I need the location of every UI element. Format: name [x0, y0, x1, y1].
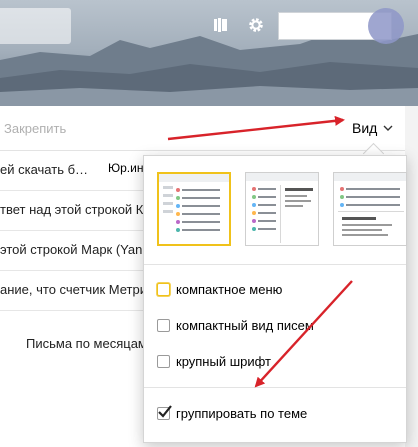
option-compact-letters[interactable]: компактный вид писем: [157, 318, 314, 333]
option-label: компактный вид писем: [176, 318, 314, 333]
option-compact-menu[interactable]: компактное меню: [157, 282, 282, 297]
layout-compact-list[interactable]: [157, 172, 231, 246]
layout-two-pane[interactable]: [245, 172, 319, 246]
message-list: ей скачать б… твет над этой строкой Ко э…: [0, 151, 150, 311]
option-large-font[interactable]: крупный шрифт: [157, 354, 271, 369]
checkbox[interactable]: [157, 405, 172, 420]
list-item[interactable]: этой строкой Марк (Yan: [0, 231, 150, 271]
message-snippet: твет над этой строкой Ко: [0, 202, 150, 217]
search-box[interactable]: [0, 8, 71, 44]
option-label: группировать по теме: [176, 406, 308, 421]
toolbar: Закрепить Вид: [0, 106, 405, 151]
chevron-down-icon: [383, 125, 393, 131]
pin-button[interactable]: Закрепить: [4, 121, 66, 136]
option-label: крупный шрифт: [176, 354, 271, 369]
header: [0, 0, 418, 112]
months-link[interactable]: Письма по месяцам: [26, 336, 147, 351]
view-menu: компактное меню компактный вид писем кру…: [143, 155, 407, 443]
avatar[interactable]: [368, 8, 404, 44]
checkbox[interactable]: [157, 283, 170, 296]
list-item[interactable]: твет над этой строкой Ко: [0, 191, 150, 231]
layout-three-pane[interactable]: [333, 172, 407, 246]
message-snippet: ей скачать б…: [0, 162, 89, 177]
theme-icon[interactable]: [209, 14, 231, 36]
divider: [144, 387, 406, 388]
gear-icon[interactable]: [245, 14, 267, 36]
divider: [144, 264, 406, 265]
option-group-by-thread[interactable]: группировать по теме: [157, 405, 308, 421]
checkbox[interactable]: [157, 355, 170, 368]
check-icon: [158, 405, 172, 418]
option-label: компактное меню: [176, 282, 283, 297]
list-item[interactable]: ание, что счетчик Метрик: [0, 271, 150, 311]
view-button-label: Вид: [352, 120, 378, 136]
message-snippet: этой строкой Марк (Yan: [0, 242, 143, 257]
view-button[interactable]: Вид: [352, 120, 393, 136]
checkbox[interactable]: [157, 319, 170, 332]
message-snippet: ание, что счетчик Метрик: [0, 282, 150, 297]
